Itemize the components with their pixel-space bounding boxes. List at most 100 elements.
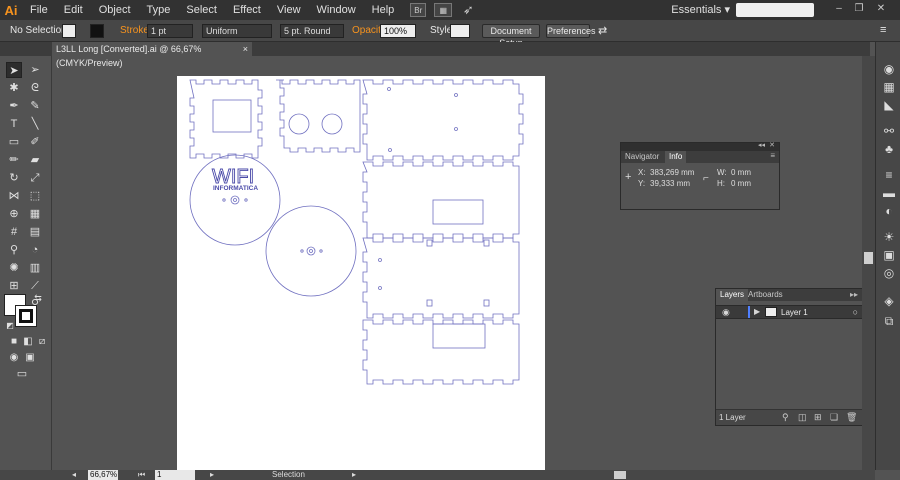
menu-file[interactable]: File [22,0,56,20]
brushes-icon[interactable]: ⚯ [882,124,896,138]
zoom-out-icon[interactable]: ◂ [72,470,76,480]
graphic-style-swatch[interactable] [450,24,470,38]
scrollbar-thumb[interactable] [864,252,873,264]
clipping-mask-icon[interactable]: ◫ [798,412,807,423]
menu-select[interactable]: Select [178,0,225,20]
artboards-dock-icon[interactable]: ⧉ [882,314,896,328]
symbols-icon[interactable]: ♣ [882,142,896,156]
color-guide-icon[interactable]: ▦ [882,80,896,94]
arrange-documents-icon[interactable]: ▦ [434,3,453,17]
mesh-tool-icon[interactable]: # [6,224,22,240]
rotate-tool-icon[interactable]: ↻ [6,170,22,186]
artwork-canvas[interactable]: WIFI INFORMATICA [177,76,545,470]
gradient-panel-icon[interactable]: ▬ [882,186,896,200]
help-search-input[interactable] [736,3,814,17]
status-menu-icon[interactable]: ▸ [352,470,356,480]
draw-mode-icon[interactable]: ◉ [6,350,22,366]
graphic-styles-icon[interactable]: ▣ [882,248,896,262]
draw-behind-icon[interactable]: ▣ [22,350,38,366]
collapse-icon[interactable]: ◂◂ [758,141,765,149]
bridge-icon[interactable]: Br [410,3,427,17]
stroke-swatch[interactable] [90,24,104,38]
graph-tool-icon[interactable]: ▥ [27,260,43,276]
eyedropper-icon[interactable]: ⚲ [6,242,22,258]
target-circle-icon[interactable]: ○ [853,307,858,317]
vertical-scrollbar[interactable] [862,56,875,470]
tab-artboards[interactable]: Artboards [744,289,787,301]
default-colors-icon[interactable]: ◩ [2,318,18,334]
type-tool-icon[interactable]: T [6,116,22,132]
curvature-tool-icon[interactable]: ✎ [27,98,43,114]
magic-wand-icon[interactable]: ✱ [6,80,22,96]
brush-definition[interactable]: 5 pt. Round [280,24,344,38]
artboard-field[interactable]: 1 [155,470,195,480]
color-panel-icon[interactable]: ◉ [882,62,896,76]
selection-tool-icon[interactable]: ➤ [6,62,22,78]
direct-selection-tool-icon[interactable]: ➢ [27,62,43,78]
next-artboard-icon[interactable]: ▸ [210,470,214,480]
panel-menu-icon[interactable]: ≡ [770,151,775,160]
close-tab-icon[interactable]: × [243,42,248,56]
menu-effect[interactable]: Effect [225,0,269,20]
layer-row[interactable]: ◉ ▶ Layer 1 ○ [716,305,872,319]
visibility-eye-icon[interactable]: ◉ [722,307,730,318]
scale-tool-icon[interactable]: ⤢ [27,170,43,186]
swap-colors-icon[interactable]: ⇆ [30,290,46,306]
stroke-weight-field[interactable]: 1 pt [147,24,193,38]
document-tab[interactable]: L3LL Long [Converted].ai @ 66,67% (CMYK/… [52,42,252,68]
zoom-field[interactable]: 66,67% [88,470,118,480]
opacity-field[interactable]: 100% [380,24,416,38]
expand-triangle-icon[interactable]: ▶ [754,307,760,316]
swatches-icon[interactable]: ◣ [882,98,896,112]
close-button[interactable]: ✕ [874,3,888,15]
gpu-icon[interactable]: ➶ [460,2,476,17]
menu-type[interactable]: Type [139,0,179,20]
layers-dock-icon[interactable]: ◈ [882,294,896,308]
tab-navigator[interactable]: Navigator [621,151,663,163]
close-panel-icon[interactable]: ✕ [769,141,775,149]
new-layer-icon[interactable]: ❏ [830,412,838,423]
menu-object[interactable]: Object [91,0,139,20]
layer-name[interactable]: Layer 1 [781,308,808,317]
first-artboard-icon[interactable]: ⏮ [138,470,145,480]
rectangle-tool-icon[interactable]: ▭ [6,134,22,150]
eraser-icon[interactable]: ▰ [27,152,43,168]
perspective-grid-icon[interactable]: ▦ [27,206,43,222]
stroke-panel-icon[interactable]: ≡ [882,168,896,182]
minimize-button[interactable]: – [832,3,846,15]
trash-icon[interactable]: 🗑 [846,412,857,423]
preferences-button[interactable]: Preferences [546,24,596,38]
document-setup-button[interactable]: Document Setup [482,24,540,48]
collapse-icon[interactable]: ▸▸ [850,289,858,301]
fill-swatch[interactable] [62,24,76,38]
panel-header[interactable]: ◂◂ ✕ [621,141,779,151]
menu-view[interactable]: View [269,0,309,20]
width-tool-icon[interactable]: ⋈ [6,188,22,204]
horizontal-scroll-thumb[interactable] [614,471,626,479]
menu-help[interactable]: Help [364,0,403,20]
lasso-icon[interactable]: ᘓ [27,80,43,96]
tab-info[interactable]: Info [665,151,687,163]
pen-tool-icon[interactable]: ✒ [6,98,22,114]
new-sublayer-icon[interactable]: ⊞ [814,412,822,423]
gradient-tool-icon[interactable]: ▤ [27,224,43,240]
transparency-icon[interactable]: ◐ [882,204,896,218]
menu-edit[interactable]: Edit [56,0,91,20]
none-mode-icon[interactable]: ⧄ [34,334,50,350]
workspace-switcher[interactable]: Essentials ▾ [671,3,730,16]
symbol-sprayer-icon[interactable]: ✺ [6,260,22,276]
arrange-icon[interactable]: ⇄ [598,24,607,37]
artboard-tool-icon[interactable]: ⊞ [6,278,22,294]
line-tool-icon[interactable]: ╲ [27,116,43,132]
appearance-icon[interactable]: ☀ [882,230,896,244]
blend-tool-icon[interactable]: ◔ [27,242,43,258]
panel-menu-icon[interactable]: ≡ [880,24,886,36]
menu-window[interactable]: Window [309,0,364,20]
variable-width-profile[interactable]: Uniform [202,24,272,38]
pencil-icon[interactable]: ✏ [6,152,22,168]
free-transform-icon[interactable]: ⬚ [27,188,43,204]
screen-mode-icon[interactable]: ▭ [14,366,30,382]
restore-button[interactable]: ❐ [852,3,866,15]
image-trace-icon[interactable]: ◎ [882,266,896,280]
shape-builder-icon[interactable]: ⊕ [6,206,22,222]
